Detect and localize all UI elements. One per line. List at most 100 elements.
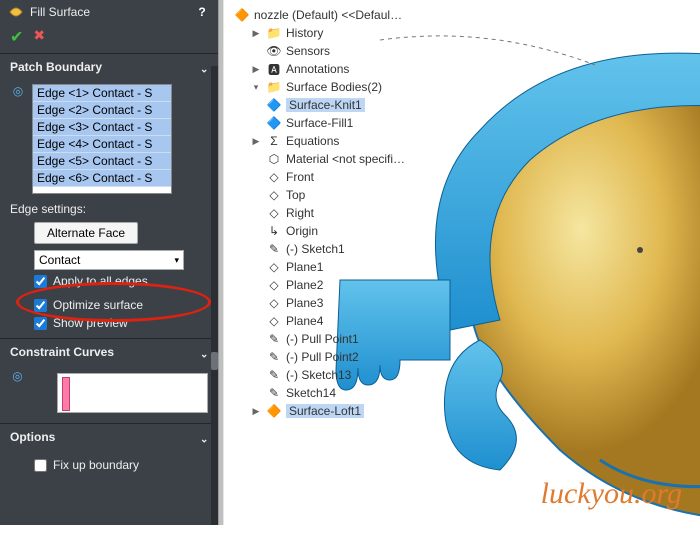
checkbox-fixup-boundary[interactable]: Fix up boundary — [34, 458, 208, 472]
sketch-icon: ✎ — [266, 331, 282, 347]
tree-pullpoint2[interactable]: ✎(-) Pull Point2 — [234, 348, 454, 366]
edge-settings-label: Edge settings: — [10, 202, 208, 216]
tree-origin[interactable]: ↳ Origin — [234, 222, 454, 240]
checkbox-apply-all[interactable]: Apply to all edges — [34, 274, 208, 288]
tree-front-plane[interactable]: ◇Front — [234, 168, 454, 186]
tree-right-plane[interactable]: ◇ Right — [234, 204, 454, 222]
panel-title: Fill Surface — [30, 5, 90, 19]
alternate-face-button[interactable]: Alternate Face — [34, 222, 138, 244]
section-head-constraint-curves[interactable]: Constraint Curves ⌃ — [0, 339, 218, 365]
plane-icon: ◇ — [266, 205, 282, 221]
chevron-up-icon: ⌃ — [200, 62, 208, 73]
checkbox-preview[interactable]: Show preview — [34, 316, 208, 330]
loft-icon: 🔶 — [266, 403, 282, 419]
contact-dropdown[interactable]: Contact ▾ — [34, 250, 184, 270]
sensors-icon: 👁 — [266, 43, 282, 59]
sketch-icon: ✎ — [266, 367, 282, 383]
tree-surface-loft[interactable]: ▶ 🔶 Surface-Loft1 — [234, 402, 454, 420]
graphics-area[interactable]: 🔶 nozzle (Default) <<Defaul… ▶ 📁 History… — [224, 0, 700, 525]
checkbox-input[interactable] — [34, 299, 47, 312]
tree-sketch13[interactable]: ✎ (-) Sketch13 — [234, 366, 454, 384]
tree-history[interactable]: ▶ 📁 History — [234, 24, 454, 42]
watermark-text: luckyou.org — [541, 477, 682, 511]
tree-label: Surface Bodies(2) — [286, 80, 382, 94]
section-options: Options ⌃ Fix up boundary — [0, 423, 218, 480]
checkbox-input[interactable] — [34, 459, 47, 472]
tree-label: (-) Pull Point2 — [286, 350, 359, 364]
edge-item[interactable]: Edge <6> Contact - S — [33, 170, 171, 187]
tree-surface-fill[interactable]: 🔷 Surface-Fill1 — [234, 114, 454, 132]
expand-icon[interactable]: ▶ — [250, 136, 262, 147]
panel-scrollbar[interactable] — [211, 66, 218, 525]
tree-label: (-) Sketch1 — [286, 242, 345, 256]
edge-item[interactable]: Edge <2> Contact - S — [33, 102, 171, 119]
tree-label: Sketch14 — [286, 386, 336, 400]
fill-surface-icon — [8, 5, 24, 19]
equations-icon: Σ — [266, 133, 282, 149]
edge-item[interactable]: Edge <3> Contact - S — [33, 119, 171, 136]
tree-label: Annotations — [286, 62, 349, 76]
tree-plane1[interactable]: ◇ Plane1 — [234, 258, 454, 276]
tree-annotations[interactable]: ▶ 🅰 Annotations — [234, 60, 454, 78]
sketch-icon: ✎ — [266, 385, 282, 401]
origin-icon: ↳ — [266, 223, 282, 239]
tree-surface-knit[interactable]: 🔷 Surface-Knit1 — [234, 96, 454, 114]
tree-plane3[interactable]: ◇Plane3 — [234, 294, 454, 312]
plane-icon: ◇ — [266, 259, 282, 275]
curve-selection-icon[interactable]: ◎ — [10, 369, 25, 383]
section-title: Constraint Curves — [10, 345, 114, 359]
tree-sensors[interactable]: 👁 Sensors — [234, 42, 454, 60]
section-head-patch-boundary[interactable]: Patch Boundary ⌃ — [0, 54, 218, 80]
tree-top-plane[interactable]: ◇Top — [234, 186, 454, 204]
expand-icon[interactable]: ▶ — [250, 406, 262, 417]
checkbox-input[interactable] — [34, 317, 47, 330]
tree-plane4[interactable]: ◇ Plane4 — [234, 312, 454, 330]
edge-list[interactable]: Edge <1> Contact - S Edge <2> Contact - … — [32, 84, 172, 194]
tree-label: Plane1 — [286, 260, 323, 274]
tree-label: (-) Pull Point1 — [286, 332, 359, 346]
edge-item[interactable]: Edge <4> Contact - S — [33, 136, 171, 153]
tree-surface-bodies[interactable]: ▾ 📁 Surface Bodies(2) — [234, 78, 454, 96]
tree-label: (-) Sketch13 — [286, 368, 351, 382]
tree-label: Sensors — [286, 44, 330, 58]
cancel-button[interactable]: ✖ — [33, 27, 45, 47]
chevron-up-icon: ⌃ — [200, 432, 208, 443]
tree-plane2[interactable]: ◇Plane2 — [234, 276, 454, 294]
checkbox-optimize[interactable]: Optimize surface — [34, 298, 208, 312]
tree-root[interactable]: 🔶 nozzle (Default) <<Defaul… — [234, 6, 454, 24]
checkbox-label: Fix up boundary — [53, 458, 139, 472]
expand-icon[interactable]: ▶ — [250, 28, 262, 39]
collapse-icon[interactable]: ▾ — [250, 82, 262, 93]
tree-sketch14[interactable]: ✎ Sketch14 — [234, 384, 454, 402]
plane-icon: ◇ — [266, 313, 282, 329]
part-icon: 🔶 — [234, 7, 250, 23]
property-panel: Fill Surface ? ✔ ✖ Patch Boundary ⌃ ◎ Ed… — [0, 0, 218, 525]
edge-selection-icon[interactable]: ◎ — [10, 84, 26, 98]
tree-material[interactable]: ⬡ Material <not specifi… — [234, 150, 454, 168]
plane-icon: ◇ — [266, 295, 282, 311]
edge-item[interactable]: Edge <1> Contact - S — [33, 85, 171, 102]
tree-label: Origin — [286, 224, 318, 238]
edge-item[interactable]: Edge <5> Contact - S — [33, 153, 171, 170]
constraint-curve-list[interactable] — [57, 373, 208, 413]
expand-icon[interactable]: ▶ — [250, 64, 262, 75]
help-icon[interactable]: ? — [194, 5, 210, 19]
tree-label: Right — [286, 206, 314, 220]
sketch-icon: ✎ — [266, 241, 282, 257]
section-head-options[interactable]: Options ⌃ — [0, 424, 218, 450]
plane-icon: ◇ — [266, 187, 282, 203]
plane-icon: ◇ — [266, 169, 282, 185]
section-constraint-curves: Constraint Curves ⌃ ◎ — [0, 338, 218, 423]
feature-tree: 🔶 nozzle (Default) <<Defaul… ▶ 📁 History… — [234, 6, 454, 420]
tree-equations[interactable]: ▶ Σ Equations — [234, 132, 454, 150]
ok-button[interactable]: ✔ — [10, 27, 23, 47]
tree-pullpoint1[interactable]: ✎ (-) Pull Point1 — [234, 330, 454, 348]
tree-sketch1[interactable]: ✎ (-) Sketch1 — [234, 240, 454, 258]
confirm-row: ✔ ✖ — [0, 24, 218, 53]
tree-label: Material <not specifi… — [286, 152, 405, 166]
tree-label: Plane4 — [286, 314, 323, 328]
scrollbar-thumb[interactable] — [211, 352, 218, 370]
checkbox-input[interactable] — [34, 275, 47, 288]
checkbox-label: Optimize surface — [53, 298, 143, 312]
tree-label: nozzle (Default) <<Defaul… — [254, 8, 402, 22]
